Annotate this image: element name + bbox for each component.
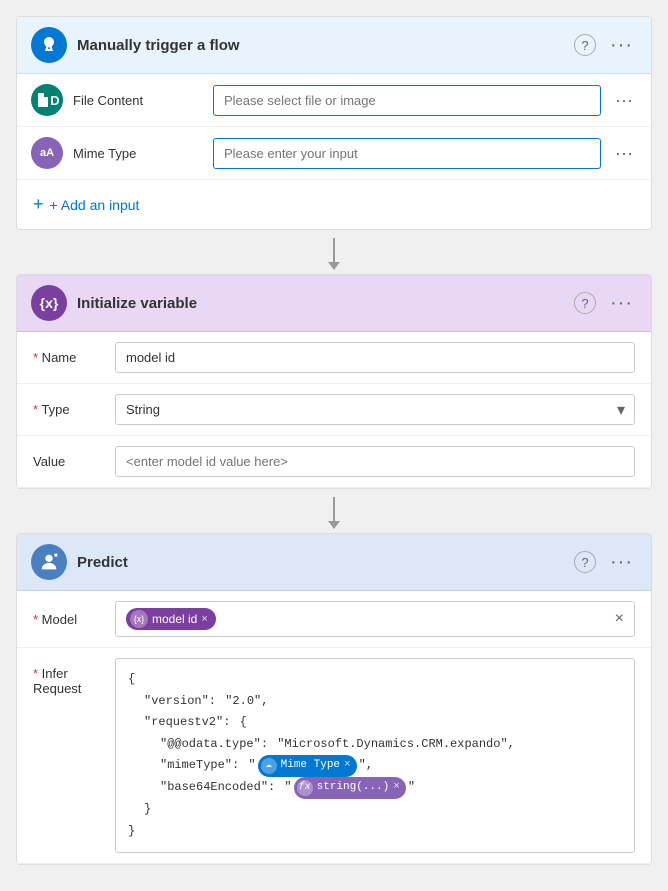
trigger-card-header: Manually trigger a flow ? ··· bbox=[17, 17, 651, 74]
init-help-button[interactable]: ? bbox=[574, 292, 596, 314]
mime-type-chip: ☁ Mime Type × bbox=[258, 755, 357, 777]
infer-request-row: * Infer Request { "version": "2.0", "req… bbox=[17, 648, 651, 864]
predict-title: Predict bbox=[77, 554, 564, 571]
trigger-header-actions: ? ··· bbox=[574, 32, 637, 59]
predict-card-header: Predict ? ··· bbox=[17, 534, 651, 591]
arrow-connector-1 bbox=[16, 234, 652, 274]
mime-type-icon: aA bbox=[31, 137, 63, 169]
file-content-more-button[interactable]: ··· bbox=[611, 88, 637, 113]
predict-icon bbox=[31, 544, 67, 580]
mime-chip-icon: ☁ bbox=[261, 758, 277, 774]
name-row: * Name bbox=[17, 332, 651, 384]
name-input[interactable] bbox=[115, 342, 635, 373]
init-card-header: {x} Initialize variable ? ··· bbox=[17, 275, 651, 332]
json-line-5: "mimeType": " ☁ Mime Type × ", bbox=[128, 755, 622, 777]
fx-chip-close-icon[interactable]: × bbox=[393, 778, 400, 798]
init-more-button[interactable]: ··· bbox=[606, 290, 637, 317]
arrow-connector-2 bbox=[16, 493, 652, 533]
string-chip: fx string(...) × bbox=[294, 777, 406, 799]
init-variable-card: {x} Initialize variable ? ··· * Name * T… bbox=[16, 274, 652, 489]
json-line-2: "version": "2.0", bbox=[128, 691, 622, 713]
file-content-label: File Content bbox=[73, 93, 203, 108]
model-label: * Model bbox=[33, 612, 103, 627]
value-row: Value bbox=[17, 436, 651, 488]
plus-icon: + bbox=[33, 194, 44, 215]
name-label: * Name bbox=[33, 350, 103, 365]
fx-chip-label: string(...) bbox=[317, 778, 390, 798]
mime-type-label: Mime Type bbox=[73, 146, 203, 161]
predict-card: Predict ? ··· * Model {x} model id × × *… bbox=[16, 533, 652, 865]
fx-chip-icon: fx bbox=[297, 780, 313, 796]
model-chip-close-icon[interactable]: × bbox=[201, 613, 207, 625]
mime-type-row: aA Mime Type ··· bbox=[17, 127, 651, 180]
json-line-8: } bbox=[128, 821, 622, 843]
type-select-wrapper: String Integer Float Boolean Array Objec… bbox=[115, 394, 635, 425]
trigger-icon bbox=[31, 27, 67, 63]
trigger-card: Manually trigger a flow ? ··· D File Con… bbox=[16, 16, 652, 230]
json-line-4: "@@odata.type": "Microsoft.Dynamics.CRM.… bbox=[128, 734, 622, 756]
file-content-row: D File Content ··· bbox=[17, 74, 651, 127]
model-chip-icon: {x} bbox=[130, 610, 148, 628]
type-row: * Type String Integer Float Boolean Arra… bbox=[17, 384, 651, 436]
mime-chip-label: Mime Type bbox=[281, 756, 340, 776]
json-line-3: "requestv2": { bbox=[128, 712, 622, 734]
init-header-actions: ? ··· bbox=[574, 290, 637, 317]
model-chip-label: model id bbox=[152, 612, 197, 626]
add-input-label: + Add an input bbox=[50, 197, 140, 213]
mime-type-input[interactable] bbox=[213, 138, 601, 169]
value-label: Value bbox=[33, 454, 103, 469]
json-editor[interactable]: { "version": "2.0", "requestv2": { "@@od… bbox=[115, 658, 635, 853]
json-line-6: "base64Encoded": " fx string(...) × " bbox=[128, 777, 622, 799]
file-content-icon: D bbox=[31, 84, 63, 116]
predict-more-button[interactable]: ··· bbox=[606, 549, 637, 576]
json-line-7: } bbox=[128, 799, 622, 821]
trigger-help-button[interactable]: ? bbox=[574, 34, 596, 56]
predict-header-actions: ? ··· bbox=[574, 549, 637, 576]
infer-label: * Infer Request bbox=[33, 658, 103, 696]
init-icon: {x} bbox=[31, 285, 67, 321]
model-clear-button[interactable]: × bbox=[615, 610, 624, 628]
trigger-more-button[interactable]: ··· bbox=[606, 32, 637, 59]
json-line-1: { bbox=[128, 669, 622, 691]
mime-type-more-button[interactable]: ··· bbox=[611, 141, 637, 166]
add-input-section: + + Add an input bbox=[17, 180, 651, 229]
trigger-title: Manually trigger a flow bbox=[77, 37, 564, 54]
mime-chip-close-icon[interactable]: × bbox=[344, 756, 351, 776]
file-content-input[interactable] bbox=[213, 85, 601, 116]
predict-help-button[interactable]: ? bbox=[574, 551, 596, 573]
model-field[interactable]: {x} model id × × bbox=[115, 601, 635, 637]
add-input-button[interactable]: + + Add an input bbox=[17, 180, 155, 229]
model-id-chip: {x} model id × bbox=[126, 608, 216, 630]
type-label: * Type bbox=[33, 402, 103, 417]
type-select[interactable]: String Integer Float Boolean Array Objec… bbox=[115, 394, 635, 425]
model-row: * Model {x} model id × × bbox=[17, 591, 651, 648]
init-title: Initialize variable bbox=[77, 295, 564, 312]
value-input[interactable] bbox=[115, 446, 635, 477]
